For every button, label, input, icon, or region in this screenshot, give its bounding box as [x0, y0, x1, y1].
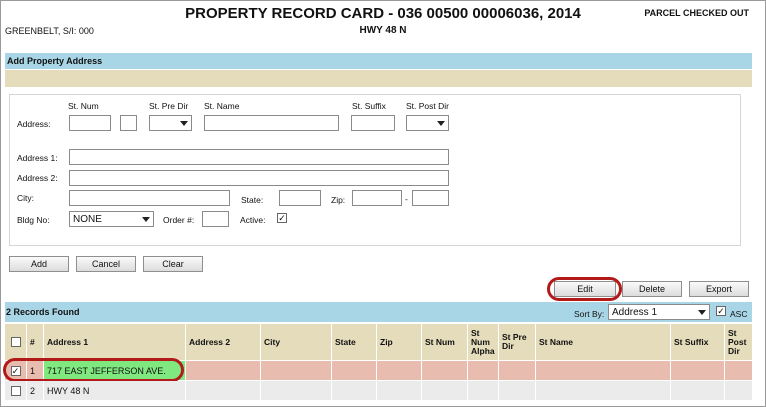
col-address2[interactable]: Address 2: [186, 324, 261, 360]
address-label: Address:: [17, 119, 51, 129]
page-subtitle: HWY 48 N: [359, 25, 407, 36]
state-input[interactable]: [279, 190, 321, 206]
city-input[interactable]: [69, 190, 230, 206]
row-address1: HWY 48 N: [44, 381, 186, 400]
col-st-post-dir[interactable]: St Post Dir: [725, 324, 752, 360]
st-num-alpha-input[interactable]: [120, 115, 137, 131]
st-num-label: St. Num: [68, 101, 99, 111]
edit-highlight-annotation: [547, 277, 622, 301]
order-input[interactable]: [202, 211, 229, 227]
chevron-down-icon: [142, 216, 150, 222]
chevron-down-icon: [180, 120, 188, 126]
active-checkbox[interactable]: ✓: [277, 213, 287, 223]
col-zip[interactable]: Zip: [377, 324, 422, 360]
select-all-checkbox[interactable]: [10, 337, 21, 347]
active-label: Active:: [240, 215, 266, 225]
sort-by-label: Sort By:: [574, 309, 605, 319]
zip-ext-input[interactable]: [412, 190, 449, 206]
zip-input[interactable]: [352, 190, 402, 206]
bldg-select[interactable]: NONE: [69, 211, 154, 227]
st-num-input[interactable]: [69, 115, 111, 131]
row-number: 2: [27, 381, 44, 400]
chevron-down-icon: [698, 309, 706, 315]
parcel-status: PARCEL CHECKED OUT: [644, 8, 749, 18]
bldg-label: Bldg No:: [17, 215, 50, 225]
zip-separator: -: [405, 194, 408, 204]
col-number[interactable]: #: [27, 324, 44, 360]
col-state[interactable]: State: [332, 324, 377, 360]
zip-label: Zip:: [331, 195, 346, 205]
col-st-suffix[interactable]: St Suffix: [671, 324, 725, 360]
section-header: Add Property Address: [5, 53, 752, 69]
export-button[interactable]: Export: [689, 281, 749, 297]
delete-button[interactable]: Delete: [622, 281, 682, 297]
section-title: Add Property Address: [7, 56, 103, 66]
st-suffix-label: St. Suffix: [352, 101, 386, 111]
clear-button[interactable]: Clear: [143, 256, 203, 272]
order-label: Order #:: [163, 215, 195, 225]
chevron-down-icon: [437, 120, 445, 126]
row-highlight-annotation: [3, 358, 184, 382]
col-city[interactable]: City: [261, 324, 332, 360]
sort-by-value: Address 1: [612, 306, 658, 318]
sort-by-select[interactable]: Address 1: [608, 304, 710, 320]
col-st-pre-dir[interactable]: St Pre Dir: [499, 324, 536, 360]
district-info: GREENBELT, S/I: 000: [5, 26, 94, 36]
st-pre-dir-label: St. Pre Dir: [149, 101, 189, 111]
st-suffix-input[interactable]: [351, 115, 395, 131]
state-label: State:: [241, 195, 264, 205]
st-pre-dir-select[interactable]: [149, 115, 192, 131]
col-st-name[interactable]: St Name: [536, 324, 671, 360]
col-st-num[interactable]: St Num: [422, 324, 468, 360]
address1-input[interactable]: [69, 149, 449, 165]
city-label: City:: [17, 193, 34, 203]
st-name-input[interactable]: [204, 115, 339, 131]
bldg-value: NONE: [73, 213, 102, 225]
st-name-label: St. Name: [204, 101, 240, 111]
asc-label: ASC: [730, 309, 748, 319]
address2-label: Address 2:: [17, 173, 58, 183]
st-post-dir-select[interactable]: [406, 115, 449, 131]
st-post-dir-label: St. Post Dir: [406, 101, 449, 111]
address1-label: Address 1:: [17, 153, 58, 163]
record-count: 2 Records Found: [6, 307, 80, 317]
table-row[interactable]: 2 HWY 48 N: [5, 381, 752, 400]
section-message-bar: [5, 70, 752, 87]
col-st-num-alpha[interactable]: St Num Alpha: [468, 324, 499, 360]
add-button[interactable]: Add: [9, 256, 69, 272]
address2-input[interactable]: [69, 170, 449, 186]
row-checkbox[interactable]: [10, 385, 21, 396]
col-address1[interactable]: Address 1: [44, 324, 186, 360]
cancel-button[interactable]: Cancel: [76, 256, 136, 272]
asc-checkbox[interactable]: ✓: [716, 306, 726, 316]
table-header: # Address 1 Address 2 City State Zip St …: [5, 324, 752, 360]
